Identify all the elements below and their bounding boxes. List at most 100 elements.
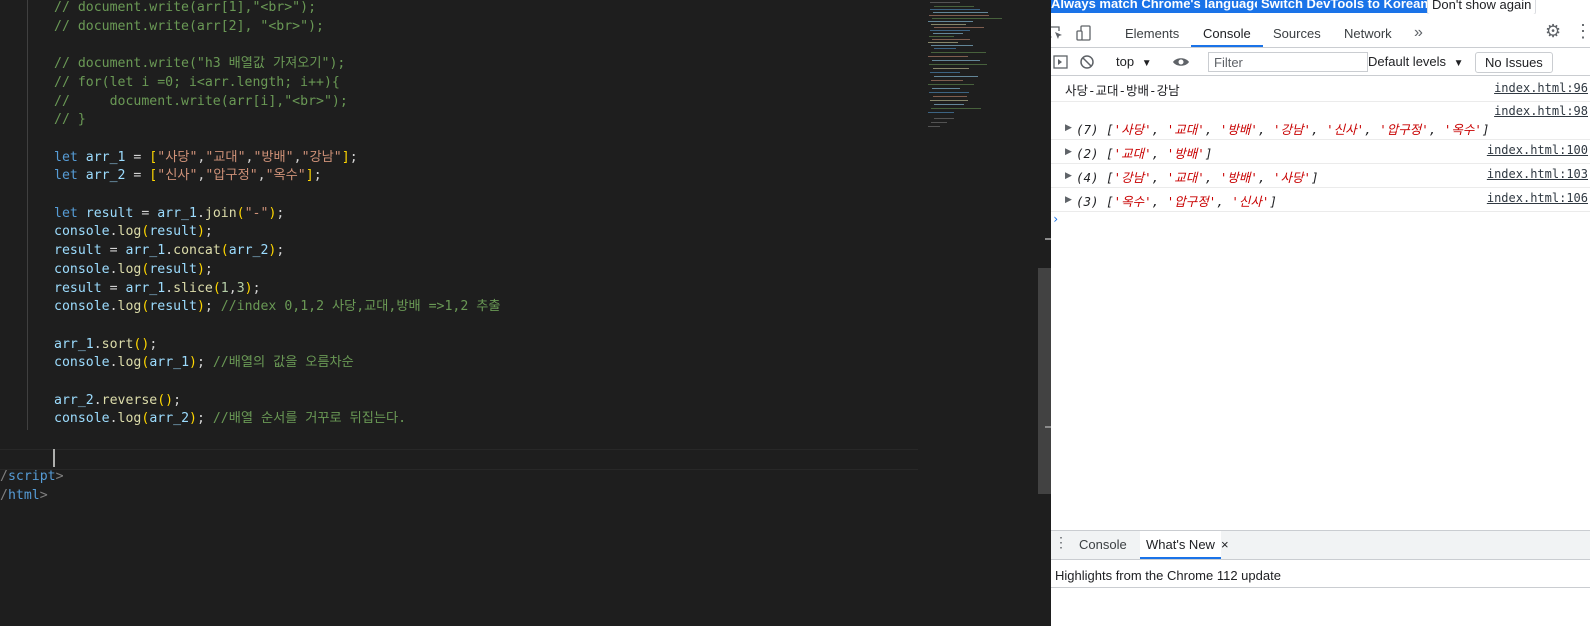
- code-token: ;: [204, 299, 221, 315]
- code-line[interactable]: console.log(result); //index 0,1,2 사당,교대…: [54, 297, 500, 316]
- code-line[interactable]: let result = arr_1.join("-");: [54, 204, 284, 223]
- source-link[interactable]: index.html:103: [1487, 167, 1588, 181]
- source-link[interactable]: index.html:106: [1487, 191, 1588, 205]
- source-link[interactable]: index.html:96: [1494, 81, 1588, 95]
- code-editor[interactable]: // document.write(arr[1],"<br>"); // docu…: [0, 0, 918, 626]
- code-token: >: [55, 469, 64, 484]
- expand-arrow-icon[interactable]: ▶: [1065, 122, 1072, 133]
- array-item: '압구정': [1166, 194, 1217, 209]
- code-line[interactable]: arr_2.reverse();: [54, 391, 181, 410]
- device-toolbar-icon[interactable]: [1075, 24, 1093, 42]
- code-line[interactable]: console.log(arr_2); //배열 순서를 거꾸로 뒤집는다.: [54, 409, 406, 428]
- array-item: '방배': [1219, 122, 1258, 137]
- console-message[interactable]: ▶ (2) ['교대', '방배'] index.html:100: [1051, 139, 1590, 164]
- more-tabs-icon[interactable]: »: [1414, 20, 1423, 47]
- code-token: =: [133, 205, 158, 221]
- code-token: //index 0,1,2 사당,교대,방배 =>1,2 추출: [220, 299, 501, 315]
- code-line[interactable]: result = arr_1.slice(1,3);: [54, 279, 261, 298]
- code-token: console: [54, 299, 110, 315]
- code-line[interactable]: /html>: [0, 486, 48, 505]
- drawer-tab-whats-new[interactable]: What's New: [1140, 531, 1221, 559]
- code-token: .: [109, 224, 118, 240]
- sidebar-toggle-icon[interactable]: [1052, 53, 1070, 71]
- code-token: =: [101, 243, 126, 259]
- drawer-tab-console[interactable]: Console: [1079, 531, 1127, 559]
- code-line[interactable]: // document.write("h3 배열값 가져오기");: [54, 54, 345, 73]
- dont-show-again-button[interactable]: Don't show again: [1427, 0, 1537, 14]
- message-text: 사당-교대-방배-강남: [1065, 83, 1180, 98]
- array-preview: (7) ['사당', '교대', '방배', '강남', '신사', '압구정'…: [1076, 122, 1490, 137]
- code-token: result: [54, 280, 102, 296]
- array-item: '강남': [1273, 122, 1312, 137]
- minimap-line: [930, 9, 980, 10]
- code-token: ): [196, 224, 205, 240]
- drawer-menu-icon[interactable]: ⋮: [1054, 534, 1068, 551]
- expand-arrow-icon[interactable]: ▶: [1065, 170, 1072, 181]
- minimap[interactable]: [918, 0, 1036, 626]
- code-line[interactable]: // document.write(arr[i],"<br>");: [54, 92, 348, 111]
- code-line[interactable]: arr_1.sort();: [54, 335, 157, 354]
- code-line[interactable]: console.log(arr_1); //배열의 값을 오름차순: [54, 353, 354, 372]
- code-token: arr_2: [85, 168, 126, 184]
- code-line[interactable]: result = arr_1.concat(arr_2);: [54, 241, 284, 260]
- clear-console-icon[interactable]: [1078, 53, 1096, 71]
- text-cursor: [53, 449, 55, 467]
- code-token: ]: [341, 149, 350, 165]
- log-levels-dropdown[interactable]: Default levels ▼: [1368, 48, 1464, 75]
- code-token: .: [109, 299, 118, 315]
- editor-scrollbar-thumb[interactable]: [1038, 268, 1051, 494]
- code-line[interactable]: /script>: [0, 467, 64, 486]
- code-token: .: [165, 280, 174, 296]
- tab-network[interactable]: Network: [1344, 20, 1392, 47]
- array-item: '압구정': [1379, 122, 1429, 137]
- console-prompt-icon[interactable]: ›: [1052, 212, 1059, 226]
- tab-console[interactable]: Console: [1191, 20, 1263, 47]
- console-message[interactable]: ▶ (3) ['옥수', '압구정', '신사'] index.html:106: [1051, 187, 1590, 212]
- code-line[interactable]: console.log(result);: [54, 222, 213, 241]
- source-link[interactable]: index.html:100: [1487, 143, 1588, 157]
- array-item: '옥수': [1443, 122, 1482, 137]
- inspect-element-icon[interactable]: [1051, 24, 1065, 42]
- code-token: "사당": [157, 149, 198, 165]
- code-line[interactable]: // for(let i =0; i<arr.length; i++){: [54, 73, 340, 92]
- switch-korean-button[interactable]: Switch DevTools to Korean: [1257, 0, 1433, 13]
- kebab-menu-icon[interactable]: ⋮: [1574, 21, 1590, 42]
- code-token: 1: [220, 280, 229, 296]
- code-token: reverse: [101, 392, 158, 408]
- match-language-button[interactable]: Always match Chrome's language: [1051, 0, 1266, 13]
- code-token: ;: [204, 261, 213, 277]
- minimap-line: [933, 33, 963, 34]
- code-line[interactable]: // document.write(arr[2], "<br>");: [54, 17, 324, 36]
- code-line[interactable]: // }: [54, 110, 86, 129]
- console-message[interactable]: ▶ (7) ['사당', '교대', '방배', '강남', '신사', '압구정…: [1051, 101, 1590, 140]
- tab-elements[interactable]: Elements: [1125, 20, 1179, 47]
- array-preview: (2) ['교대', '방배']: [1076, 146, 1213, 161]
- source-link[interactable]: index.html:98: [1494, 104, 1588, 118]
- expand-arrow-icon[interactable]: ▶: [1065, 194, 1072, 205]
- code-line[interactable]: let arr_1 = ["사당","교대","방배","강남"];: [54, 148, 358, 167]
- console-message[interactable]: 사당-교대-방배-강남 index.html:96: [1051, 77, 1590, 102]
- code-line[interactable]: console.log(result);: [54, 260, 213, 279]
- expand-arrow-icon[interactable]: ▶: [1065, 146, 1072, 157]
- code-token: arr_1: [157, 205, 197, 221]
- code-line[interactable]: let arr_2 = ["신사","압구정","옥수"];: [54, 166, 322, 185]
- code-token: ,: [228, 280, 237, 296]
- context-selector[interactable]: top ▼: [1116, 48, 1152, 75]
- code-token: /: [0, 488, 8, 503]
- gear-icon[interactable]: ⚙: [1545, 21, 1561, 42]
- code-token: //배열 순서를 거꾸로 뒤집는다.: [212, 411, 407, 427]
- code-token: ;: [313, 168, 322, 184]
- code-line[interactable]: // document.write(arr[1],"<br>");: [54, 0, 316, 17]
- eye-icon[interactable]: [1172, 53, 1190, 71]
- close-icon[interactable]: ×: [1221, 531, 1229, 559]
- whats-new-highlights[interactable]: Highlights from the Chrome 112 update: [1055, 568, 1281, 583]
- console-message[interactable]: ▶ (4) ['강남', '교대', '방배', '사당'] index.html:…: [1051, 163, 1590, 188]
- filter-input[interactable]: [1208, 52, 1368, 72]
- minimap-line: [932, 88, 960, 89]
- code-token: result: [54, 243, 102, 259]
- tab-sources[interactable]: Sources: [1273, 20, 1321, 47]
- code-token: let: [54, 149, 86, 165]
- array-item: '방배': [1219, 170, 1258, 185]
- issues-button[interactable]: No Issues: [1475, 52, 1553, 73]
- code-token: let: [54, 168, 86, 184]
